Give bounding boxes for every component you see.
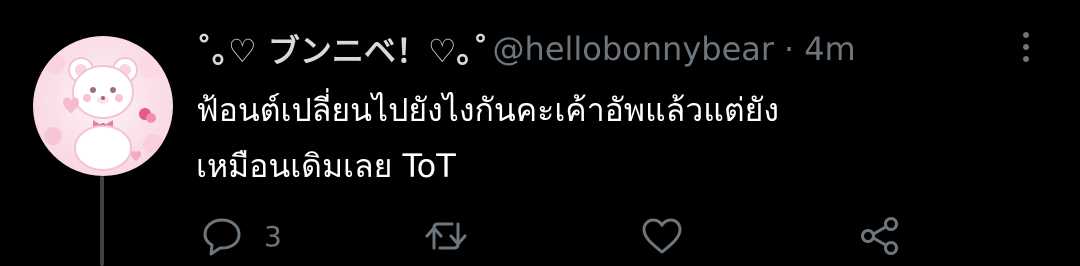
tweet-header: ˚｡♡ ブンニベ！♡｡˚ @hellobonnybear · 4m	[196, 26, 856, 72]
share-icon	[861, 217, 898, 255]
heart-icon	[642, 218, 682, 254]
more-vertical-icon[interactable]	[1008, 26, 1044, 68]
reply-icon	[203, 218, 241, 256]
handle[interactable]: @hellobonnybear	[493, 30, 774, 68]
tweet-text-line: ฟ้อนต์เปลี่ยนไปยังไงกันคะเค้าอัพแล้วแต่ย…	[196, 91, 779, 129]
tweet-text: ฟ้อนต์เปลี่ยนไปยังไงกันคะเค้าอัพแล้วแต่ย…	[196, 82, 1056, 194]
avatar[interactable]	[33, 36, 173, 176]
retweet-icon	[425, 222, 467, 250]
tweet-text-line: เหมือนเดิมเลย ToT	[196, 147, 456, 185]
retweet-button[interactable]	[422, 212, 490, 260]
reply-count: 3	[264, 219, 282, 253]
separator-dot: ·	[784, 30, 795, 68]
tweet[interactable]: ˚｡♡ ブンニベ！♡｡˚ @hellobonnybear · 4m ฟ้อนต์…	[0, 0, 1080, 266]
bear-avatar-image	[44, 54, 163, 171]
share-button[interactable]	[858, 212, 902, 260]
like-button[interactable]	[640, 212, 704, 260]
reply-button[interactable]: 3	[200, 212, 282, 260]
display-name[interactable]: ˚｡♡ ブンニベ！♡｡˚	[196, 26, 489, 72]
action-bar: 3	[200, 212, 940, 260]
thread-line	[100, 176, 104, 266]
timestamp[interactable]: 4m	[804, 30, 856, 68]
